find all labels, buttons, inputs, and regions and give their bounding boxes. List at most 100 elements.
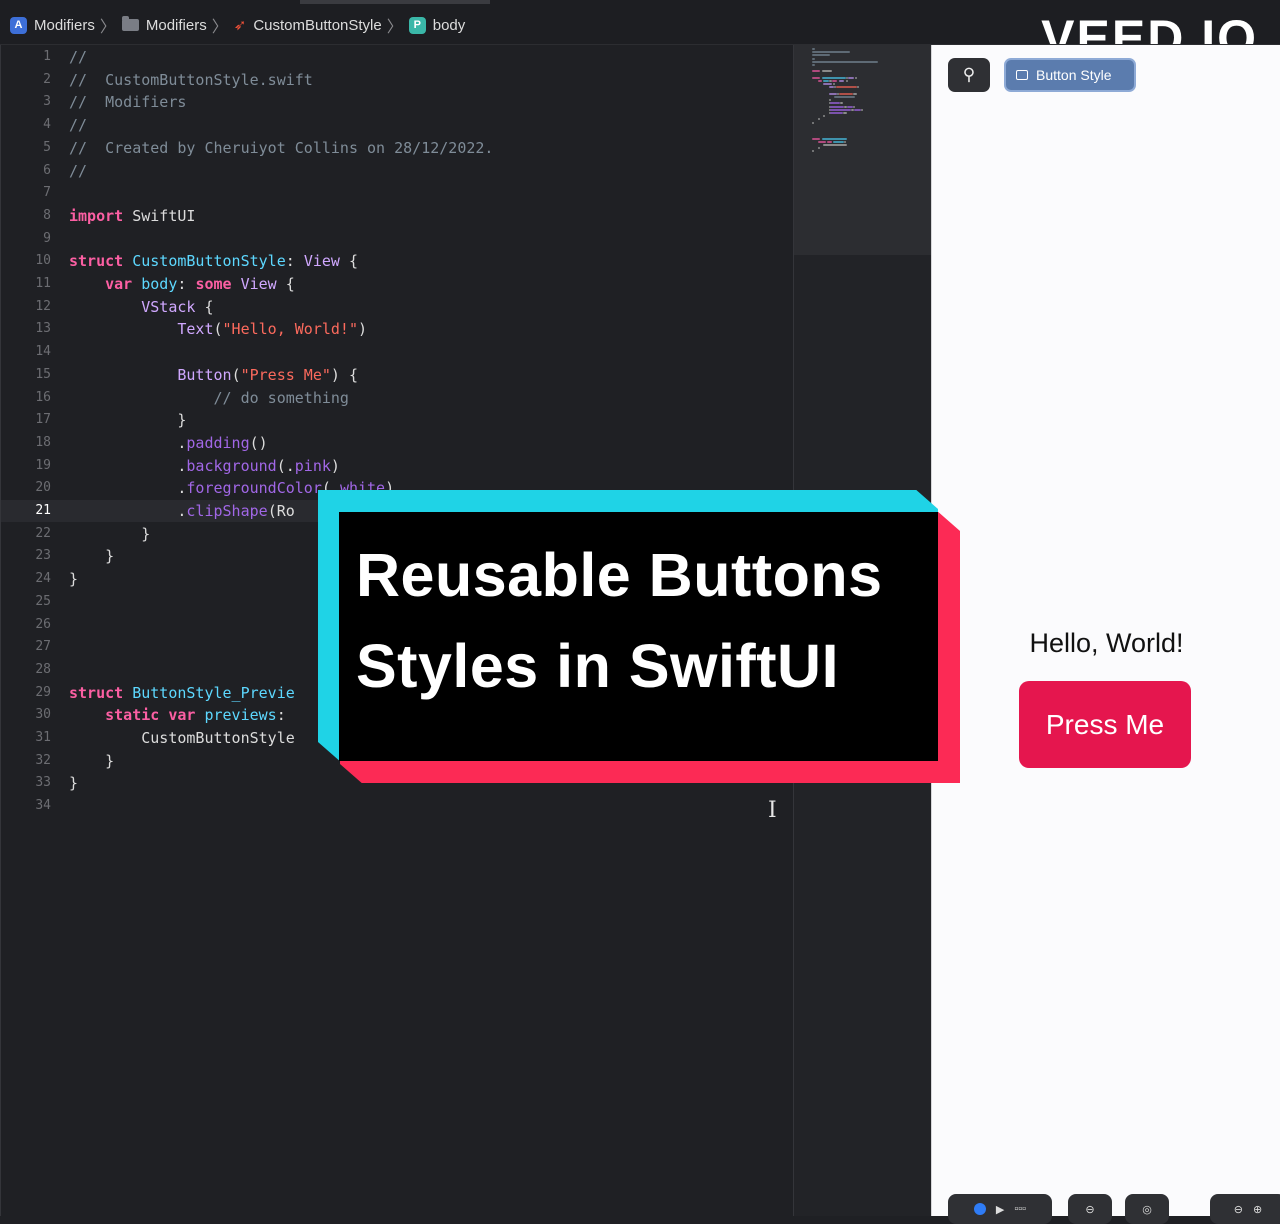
minimap-stroke: [817, 80, 822, 82]
code-token: }: [69, 751, 115, 770]
code-line[interactable]: 8 import SwiftUI: [1, 205, 794, 227]
code-line[interactable]: 12 VStack {: [1, 296, 794, 318]
code-token: //: [69, 116, 88, 135]
line-number: 18: [35, 434, 51, 450]
line-number: 9: [43, 230, 51, 246]
variants-button[interactable]: ⊖: [1068, 1194, 1112, 1224]
code-text: }: [69, 772, 78, 794]
code-line[interactable]: 19 .background(.pink): [1, 455, 794, 477]
code-line[interactable]: 10 struct CustomButtonStyle: View {: [1, 250, 794, 272]
breadcrumb-item-file[interactable]: ➶ CustomButtonStyle: [233, 16, 382, 35]
minimap-stroke: [821, 76, 846, 79]
press-me-button[interactable]: Press Me: [1019, 681, 1191, 768]
code-token: :: [177, 275, 196, 293]
breadcrumb-item-project[interactable]: A Modifiers: [10, 16, 95, 34]
line-number: 13: [35, 321, 51, 337]
code-line[interactable]: 18 .padding(): [1, 432, 794, 454]
minimap-stroke: [812, 121, 814, 124]
minimap-stroke: [817, 147, 820, 150]
code-token: some: [195, 275, 232, 293]
code-line[interactable]: 5 // Created by Cheruiyot Collins on 28/1…: [1, 137, 794, 159]
code-token: SwiftUI: [123, 206, 196, 225]
breadcrumb-label: body: [432, 16, 466, 34]
code-line[interactable]: 11 var body: some View {: [1, 273, 794, 295]
code-token: CustomButtonStyle: [132, 252, 286, 271]
minimap-stroke: [828, 92, 838, 95]
pin-icon: ⚲: [962, 65, 976, 84]
code-line[interactable]: 7: [1, 182, 794, 204]
minimap-stroke: [852, 105, 855, 108]
preview-mode-controls[interactable]: ▶ ▫▫▫: [948, 1194, 1052, 1224]
code-text: VStack {: [69, 296, 213, 318]
swift-icon: ➶: [233, 17, 247, 34]
line-number: 15: [35, 366, 51, 382]
line-number: 1: [43, 49, 51, 64]
code-line[interactable]: 3 // Modifiers: [1, 91, 794, 113]
minimap-stroke: [823, 144, 847, 146]
code-token: //: [69, 161, 88, 180]
code-text: }: [69, 409, 186, 431]
code-line[interactable]: 13 Text("Hello, World!"): [1, 318, 794, 340]
code-line[interactable]: 34: [1, 795, 794, 817]
button-style-preview-tab[interactable]: Button Style: [1004, 58, 1136, 92]
preview-icon: [1016, 70, 1028, 80]
chevron-right-icon: 〉: [211, 19, 228, 36]
device-settings-button[interactable]: ◎: [1125, 1194, 1169, 1224]
code-line[interactable]: 1 //: [1, 46, 794, 68]
code-token: :: [285, 252, 304, 271]
code-token: (): [249, 433, 268, 452]
minimap-stroke: [834, 96, 856, 98]
code-token: VStack: [141, 297, 196, 316]
code-token: import: [69, 206, 124, 225]
minimap-stroke: [861, 108, 863, 111]
minimap-stroke: [830, 112, 843, 114]
code-token: ): [358, 320, 368, 339]
chevron-right-icon: 〉: [386, 19, 403, 36]
pin-button[interactable]: ⚲: [948, 58, 990, 92]
zoom-controls[interactable]: ⊖ ⊕: [1210, 1194, 1280, 1224]
code-token: }: [69, 547, 115, 566]
breadcrumb-item-folder[interactable]: Modifiers: [121, 16, 207, 34]
code-token: .: [69, 456, 187, 475]
code-token: previews: [204, 706, 277, 725]
minimap-stroke: [845, 80, 848, 82]
app-icon: A: [10, 16, 27, 34]
code-line[interactable]: 4 //: [1, 114, 794, 136]
line-number: 7: [43, 185, 51, 201]
minimap-stroke: [842, 112, 847, 114]
live-icon: [973, 1203, 986, 1215]
code-line[interactable]: 17 }: [1, 409, 794, 431]
breadcrumb-label: CustomButtonStyle: [253, 16, 382, 34]
line-number: 20: [35, 480, 51, 496]
minimap-stroke: [838, 92, 853, 95]
breadcrumb-item-symbol[interactable]: P body: [408, 16, 466, 34]
line-number: 33: [35, 775, 51, 791]
line-number: 5: [43, 139, 51, 155]
line-number: 32: [35, 752, 51, 768]
code-text: //: [69, 114, 87, 136]
code-token: {: [339, 252, 358, 271]
code-token: padding: [186, 433, 250, 452]
tab-indicator: [300, 0, 490, 4]
video-title: Reusable Buttons Styles in SwiftUI: [356, 541, 883, 700]
breadcrumb-label: Modifiers: [34, 16, 95, 34]
code-line[interactable]: 16 // do something: [1, 387, 794, 409]
code-token: background: [186, 456, 277, 475]
breadcrumb-label: Modifiers: [145, 16, 207, 34]
code-line[interactable]: 6 //: [1, 160, 794, 182]
line-number: 31: [35, 730, 51, 745]
code-token: ) {: [330, 365, 358, 384]
code-token: foregroundColor: [186, 479, 322, 498]
zoom-in-icon: ⊕: [1253, 1203, 1263, 1216]
code-line[interactable]: 9: [1, 228, 794, 250]
code-line[interactable]: 15 Button("Press Me") {: [1, 364, 794, 386]
code-line[interactable]: 2 // CustomButtonStyle.swift: [1, 69, 794, 91]
code-line[interactable]: 14: [1, 341, 794, 363]
code-token: CustomButtonStyle: [69, 729, 295, 747]
play-icon: ▶: [995, 1203, 1005, 1216]
